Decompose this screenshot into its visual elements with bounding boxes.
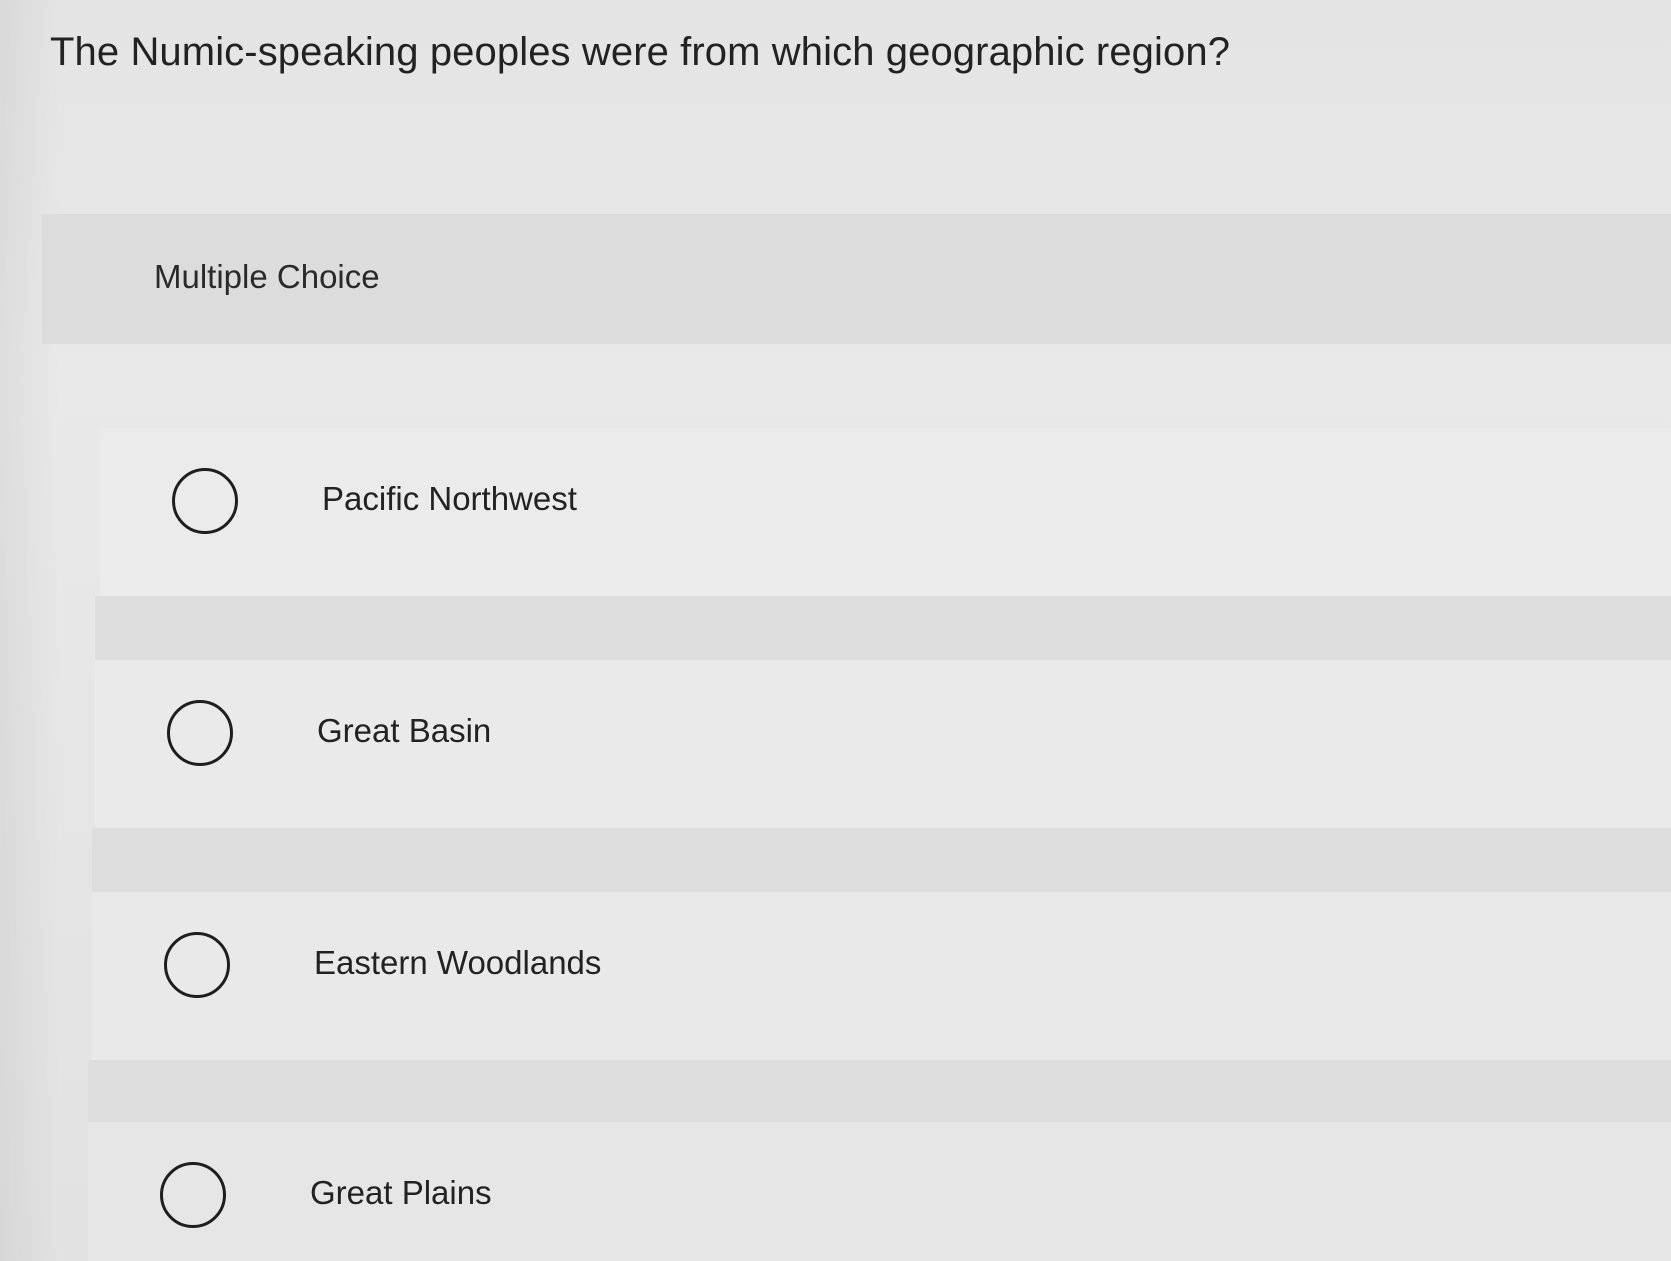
question-text: The Numic-speaking peoples were from whi… (50, 30, 1231, 74)
radio-button[interactable] (172, 468, 238, 534)
radio-button[interactable] (164, 932, 230, 998)
option-great-basin[interactable]: Great Basin (95, 660, 1671, 828)
question-type-header: Multiple Choice (42, 214, 1671, 344)
option-label: Great Basin (317, 712, 492, 749)
option-great-plains[interactable]: Great Plains (88, 1122, 1671, 1261)
option-label: Great Plains (310, 1174, 492, 1211)
option-divider (92, 828, 1671, 892)
option-pacific-northwest[interactable]: Pacific Northwest (100, 428, 1671, 596)
option-divider (88, 1060, 1671, 1124)
option-label: Pacific Northwest (322, 480, 577, 517)
option-eastern-woodlands[interactable]: Eastern Woodlands (92, 892, 1671, 1060)
question-type-label: Multiple Choice (154, 258, 380, 295)
option-divider (95, 596, 1671, 660)
option-label: Eastern Woodlands (314, 944, 602, 981)
radio-button[interactable] (160, 1162, 226, 1228)
page-shading (0, 0, 60, 1261)
radio-button[interactable] (167, 700, 233, 766)
